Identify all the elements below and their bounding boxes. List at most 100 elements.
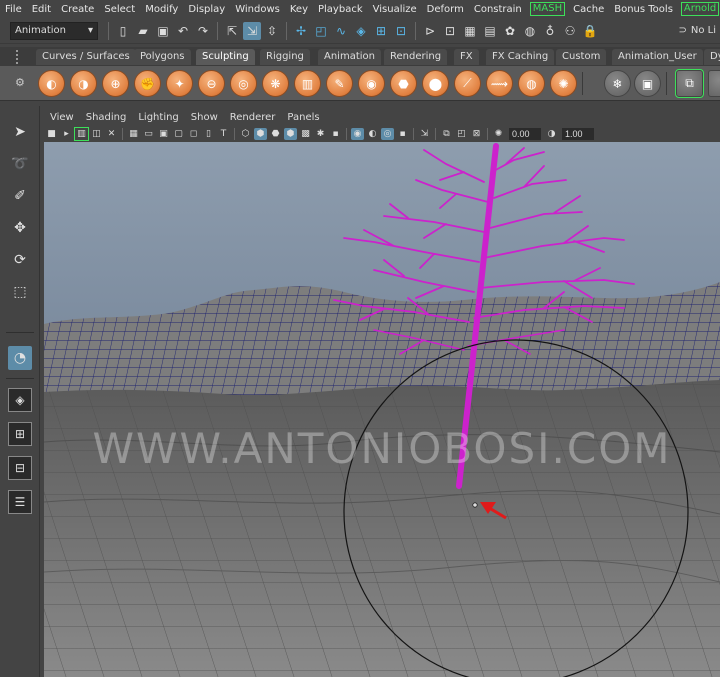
grid-icon[interactable]: ▦ [127, 128, 140, 140]
imprint-tool-icon[interactable]: ✎ [326, 70, 353, 97]
no-live-surface[interactable]: ⊃ No Li [678, 25, 720, 36]
smooth-shade-icon[interactable]: ⬢ [254, 128, 267, 140]
render-current-icon[interactable]: ▦ [461, 22, 479, 40]
repeat-tool-icon[interactable]: ▥ [294, 70, 321, 97]
menu-windows[interactable]: Windows [230, 4, 285, 15]
rotate-tool-icon[interactable]: ⟳ [8, 248, 32, 272]
menu-file[interactable]: File [0, 4, 27, 15]
light-editor-icon[interactable]: ⚇ [561, 22, 579, 40]
make-live-icon[interactable]: ⊡ [392, 22, 410, 40]
viewport-menu-view[interactable]: View [44, 112, 80, 123]
lasso-tool-icon[interactable]: ➰ [8, 152, 32, 176]
tab-polygons[interactable]: Polygons [134, 49, 191, 65]
exposure-field[interactable] [509, 128, 541, 140]
use-all-lights-icon[interactable]: ✱ [314, 128, 327, 140]
tab-animation-user[interactable]: Animation_User [612, 49, 703, 65]
tab-animation[interactable]: Animation [318, 49, 381, 65]
select-tool-icon[interactable]: ➤ [8, 120, 32, 144]
render-settings-icon[interactable]: ✿ [501, 22, 519, 40]
open-scene-icon[interactable]: ▰ [134, 22, 152, 40]
menu-arnold[interactable]: Arnold [680, 2, 720, 16]
single-perspective-layout-icon[interactable]: ◈ [8, 388, 32, 412]
select-object-icon[interactable]: ⇲ [243, 21, 261, 40]
gate-mask-icon[interactable]: ▢ [172, 128, 185, 140]
bookmark-icon[interactable]: ▥ [74, 127, 89, 141]
fill-tool-icon[interactable]: ⬤ [422, 70, 449, 97]
outliner-layout-icon[interactable]: ☰ [8, 490, 32, 514]
snap-live-icon[interactable]: ⊞ [372, 22, 390, 40]
gamma-icon[interactable]: ◑ [545, 128, 558, 140]
film-gate-icon[interactable]: ▭ [142, 128, 155, 140]
scale-tool-icon[interactable]: ⬚ [8, 280, 32, 304]
viewport-menu-panels[interactable]: Panels [281, 112, 325, 123]
snap-grid-icon[interactable]: ✢ [292, 22, 310, 40]
gear-icon[interactable]: ⚙ [15, 76, 25, 89]
undo-icon[interactable]: ↶ [174, 22, 192, 40]
tab-custom[interactable]: Custom [556, 49, 607, 65]
isolate-select-icon[interactable]: ⇲ [418, 128, 431, 140]
select-hierarchy-icon[interactable]: ⇱ [223, 22, 241, 40]
redo-icon[interactable]: ↷ [194, 22, 212, 40]
move-tool-icon[interactable]: ✥ [8, 216, 32, 240]
menu-deform[interactable]: Deform [422, 4, 469, 15]
tab-sculpting[interactable]: Sculpting [196, 49, 255, 65]
shadows-icon[interactable]: ▪ [329, 128, 342, 140]
viewport-menu-show[interactable]: Show [185, 112, 224, 123]
camera-icon[interactable]: ■ [45, 128, 58, 140]
xray-active-components-icon[interactable]: ◰ [455, 128, 468, 140]
tab-fx-caching[interactable]: FX Caching [486, 49, 555, 65]
field-chart-icon[interactable]: ◻ [187, 128, 200, 140]
snap-curve-icon[interactable]: ◰ [312, 22, 330, 40]
snap-point-icon[interactable]: ∿ [332, 22, 350, 40]
exposure-icon[interactable]: ✺ [492, 128, 505, 140]
menu-key[interactable]: Key [285, 4, 313, 15]
flatten-tool-icon[interactable]: ⊖ [198, 70, 225, 97]
shelf-handle[interactable] [16, 50, 20, 64]
screen-space-ao-icon[interactable]: ◉ [351, 128, 364, 140]
bulge-tool-icon[interactable]: ◍ [518, 70, 545, 97]
anti-aliasing-icon[interactable]: ◎ [381, 128, 394, 140]
viewport-menu-shading[interactable]: Shading [80, 112, 133, 123]
tab-curves-surfaces[interactable]: Curves / Surfaces [36, 49, 136, 65]
new-scene-icon[interactable]: ▯ [114, 22, 132, 40]
sculpt-tool-icon[interactable]: ◐ [38, 70, 65, 97]
smear-tool-icon[interactable]: ⟿ [486, 70, 513, 97]
two-d-pan-icon[interactable]: ✕ [105, 128, 118, 140]
last-used-tool-icon[interactable]: ◔ [8, 346, 32, 370]
menu-bonus-tools[interactable]: Bonus Tools [609, 4, 678, 15]
camera-attributes-icon[interactable]: ▸ [60, 128, 73, 140]
perspective-viewport[interactable]: WWW.ANTONIOBOSI.COM [44, 142, 720, 677]
menu-select[interactable]: Select [99, 4, 140, 15]
depth-of-field-icon[interactable]: ▪ [396, 128, 409, 140]
textured-icon[interactable]: ▩ [299, 128, 312, 140]
resolution-gate-icon[interactable]: ▣ [157, 128, 170, 140]
menu-mash[interactable]: MASH [529, 2, 566, 16]
safe-action-icon[interactable]: ▯ [202, 128, 215, 140]
foamy-tool-icon[interactable]: ◎ [230, 70, 257, 97]
two-pane-layout-icon[interactable]: ⊟ [8, 456, 32, 480]
wireframe-on-shaded-icon[interactable]: ⬢ [284, 128, 297, 140]
tab-fx[interactable]: FX [454, 49, 479, 65]
four-view-layout-icon[interactable]: ⊞ [8, 422, 32, 446]
amplify-tool-icon[interactable]: ✺ [550, 70, 577, 97]
gamma-field[interactable] [562, 128, 594, 140]
save-scene-icon[interactable]: ▣ [154, 22, 172, 40]
menu-create[interactable]: Create [56, 4, 99, 15]
menu-playback[interactable]: Playback [313, 4, 368, 15]
freeze-tool-icon[interactable]: ❄ [604, 70, 631, 97]
spray-tool-icon[interactable]: ❋ [262, 70, 289, 97]
lock-icon[interactable]: 🔒 [581, 22, 599, 40]
ipr-render-icon[interactable]: ▤ [481, 22, 499, 40]
construction-history-icon[interactable]: ⊳ [421, 22, 439, 40]
grab-tool-icon[interactable]: ✊ [134, 70, 161, 97]
viewport-menu-renderer[interactable]: Renderer [224, 112, 282, 123]
menu-cache[interactable]: Cache [568, 4, 609, 15]
wireframe-icon[interactable]: ⬡ [239, 128, 252, 140]
viewport-menu-lighting[interactable]: Lighting [132, 112, 184, 123]
menu-edit[interactable]: Edit [27, 4, 56, 15]
hypershade-icon[interactable]: ◍ [521, 22, 539, 40]
smooth-tool-icon[interactable]: ◑ [70, 70, 97, 97]
render-history-icon[interactable]: ⊡ [441, 22, 459, 40]
default-material-icon[interactable]: ⬣ [269, 128, 282, 140]
sculpt-layer-editor-icon[interactable]: ⧉ [675, 69, 704, 98]
